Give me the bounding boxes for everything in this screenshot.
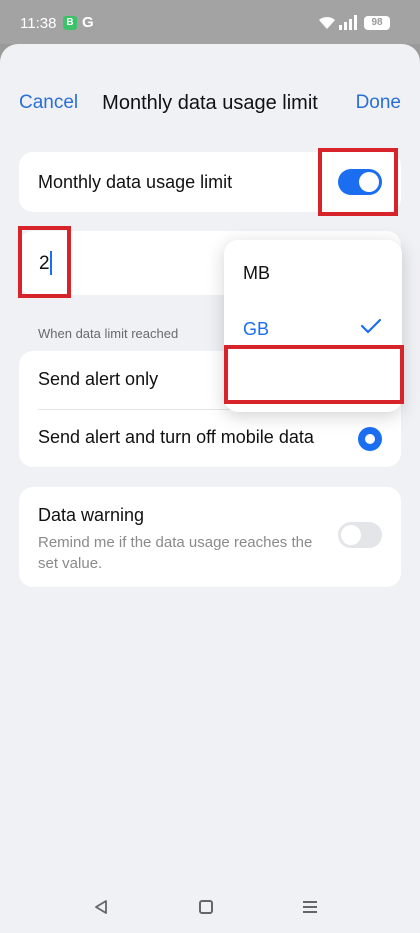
system-nav-bar [0,880,420,933]
section-label-when-reached: When data limit reached [38,326,179,341]
g-icon: G [82,14,94,31]
battery-icon: 98 [364,16,390,30]
data-warning-card: Data warning Remind me if the data usage… [19,487,401,587]
highlight-gb-option [224,345,404,404]
limit-toggle-label: Monthly data usage limit [38,172,233,192]
status-bar: 11:38 B G 98 [0,0,420,44]
highlight-toggle [318,148,398,216]
menu-item-label: MB [243,263,270,283]
data-warning-toggle[interactable] [338,522,382,548]
radio-selected-icon[interactable] [358,427,382,451]
menu-item-label: GB [243,319,270,339]
done-button[interactable]: Done [356,92,401,114]
data-warning-description: Remind me if the data usage reaches the … [38,534,313,572]
highlight-input [18,226,71,298]
option-label: Send alert and turn off mobile data [38,427,314,447]
data-warning-label: Data warning [38,505,145,525]
menu-item-mb[interactable]: MB [224,244,402,300]
check-icon [360,318,382,334]
toggle-knob [341,525,361,545]
back-icon[interactable] [93,899,109,915]
menu-icon[interactable] [302,900,318,914]
sheet-header: Cancel Monthly data usage limit Done [0,90,420,120]
sim-icon: B [63,16,77,30]
option-send-alert-turn-off[interactable]: Send alert and turn off mobile data [19,409,401,467]
wifi-icon [319,16,335,29]
home-icon[interactable] [199,900,213,914]
option-label: Send alert only [38,369,159,389]
status-time: 11:38 [20,15,57,32]
signal-icon [339,15,357,30]
